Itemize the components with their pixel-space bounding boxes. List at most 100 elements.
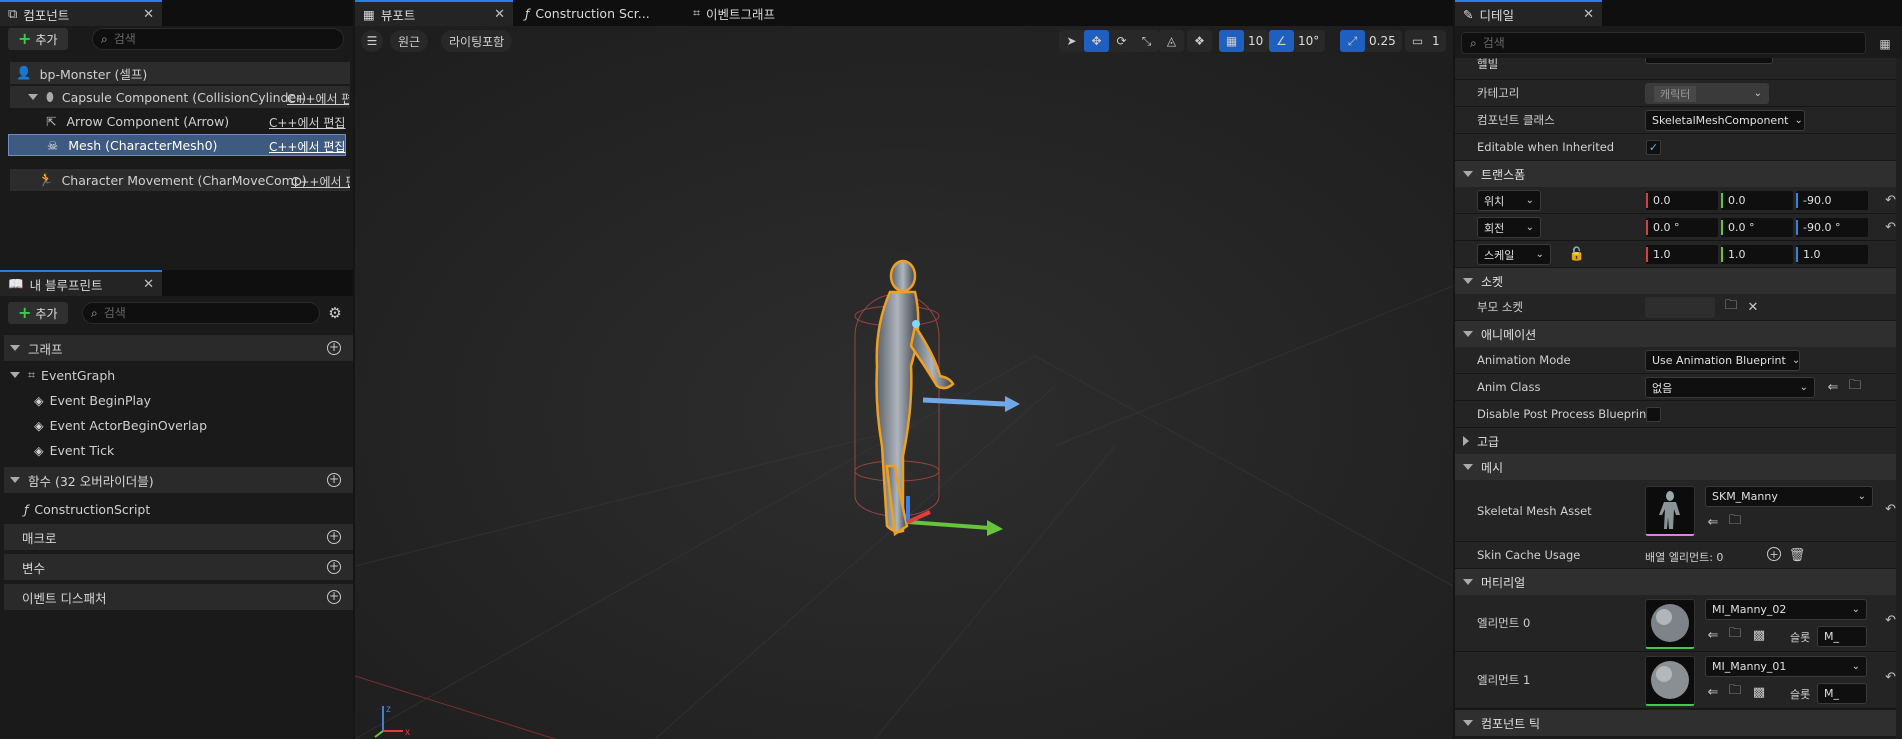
material-0-combo[interactable]: MI_Manny_02 ⌄ [1705, 599, 1867, 620]
browse-folder-icon[interactable]: 🗀 [1847, 378, 1863, 395]
edit-in-cpp-link[interactable]: C++에서 편집 [287, 90, 349, 107]
viewport-canvas[interactable]: z x [355, 26, 1453, 739]
move-tool-icon[interactable]: ✥ [1084, 30, 1109, 52]
use-selected-icon[interactable]: ⇐ [1705, 627, 1721, 643]
tab-construction-script[interactable]: ƒ Construction Scr... [517, 0, 682, 26]
clear-icon[interactable]: ✕ [1745, 299, 1761, 315]
add-macro-icon[interactable]: + [327, 530, 341, 544]
details-search[interactable]: ⌕ [1461, 32, 1866, 54]
add-variable-icon[interactable]: + [327, 560, 341, 574]
details-search-input[interactable] [1482, 36, 1865, 50]
blueprint-search-input[interactable] [103, 306, 319, 320]
world-space-icon[interactable]: ◬ [1159, 30, 1184, 52]
mesh-section[interactable]: 메시 [1455, 454, 1902, 480]
advanced-section[interactable]: 고급 [1455, 428, 1902, 454]
camera-icon[interactable]: ▭ [1405, 30, 1430, 52]
unlock-icon[interactable]: 🔓 [1569, 246, 1585, 262]
material-thumbnail[interactable] [1645, 599, 1695, 649]
blueprint-search[interactable]: ⌕ [82, 302, 320, 324]
parent-socket-field[interactable] [1645, 297, 1715, 318]
add-function-icon[interactable]: + [327, 473, 341, 487]
location-combo[interactable]: 위치 ⌄ [1477, 190, 1541, 211]
details-scrollbar[interactable] [1896, 58, 1902, 739]
location-y[interactable]: 0.0 [1721, 191, 1793, 210]
use-selected-icon[interactable]: ⇐ [1825, 379, 1841, 395]
cut-combo[interactable] [1645, 58, 1773, 64]
disable-pp-checkbox[interactable] [1646, 407, 1661, 422]
rotation-z[interactable]: -90.0 ° [1796, 218, 1868, 237]
tab-details[interactable]: ✎ 디테일 ✕ [1455, 0, 1602, 26]
scale-snap-icon[interactable]: ⤢ [1340, 30, 1365, 52]
add-dispatcher-icon[interactable]: + [327, 590, 341, 604]
edit-in-cpp-link[interactable]: C++에서 편집 [269, 138, 345, 155]
transform-section[interactable]: 트랜스폼 [1455, 161, 1902, 187]
rotation-snap-icon[interactable]: ∠ [1269, 30, 1294, 52]
tab-event-graph[interactable]: ⌗ 이벤트그래프 [685, 0, 845, 26]
material-thumbnail[interactable] [1645, 656, 1695, 706]
edit-in-cpp-link[interactable]: C++에서 편집 [291, 173, 350, 190]
function-item[interactable]: ƒ ConstructionScript [24, 498, 150, 520]
materials-section[interactable]: 머티리얼 [1455, 569, 1902, 595]
close-icon[interactable]: ✕ [1583, 7, 1594, 22]
trash-icon[interactable]: 🗑 [1789, 547, 1806, 563]
grid-snap-icon[interactable]: ▦ [1219, 30, 1244, 52]
lighting-button[interactable]: 라이팅포함 [441, 30, 513, 52]
reset-arrow-icon[interactable]: ↶ [1885, 220, 1896, 235]
gear-icon[interactable]: ⚙ [326, 304, 344, 322]
tab-my-blueprint[interactable]: 📖 내 블루프린트 ✕ [0, 270, 162, 296]
use-selected-icon[interactable]: ⇐ [1705, 514, 1721, 530]
add-element-icon[interactable]: + [1767, 547, 1781, 561]
scale-x[interactable]: 1.0 [1646, 245, 1718, 264]
scale-combo[interactable]: 스케일 ⌄ [1477, 244, 1551, 265]
anim-mode-combo[interactable]: Use Animation Blueprint ⌄ [1645, 350, 1800, 371]
components-search[interactable]: ⌕ [92, 28, 344, 50]
close-icon[interactable]: ✕ [494, 7, 505, 22]
components-search-input[interactable] [113, 32, 343, 46]
browse-folder-icon[interactable]: 🗀 [1727, 683, 1743, 700]
checker-icon[interactable]: ▩ [1751, 627, 1767, 643]
reset-arrow-icon[interactable]: ↶ [1885, 613, 1896, 628]
animation-section[interactable]: 애니메이션 [1455, 321, 1902, 347]
mesh-thumbnail[interactable] [1645, 486, 1695, 536]
rotation-snap-value[interactable]: 10° [1294, 34, 1325, 48]
browse-folder-icon[interactable]: 🗀 [1727, 626, 1743, 643]
reset-arrow-icon[interactable]: ↶ [1885, 502, 1896, 517]
use-selected-icon[interactable]: ⇐ [1705, 684, 1721, 700]
rotation-combo[interactable]: 회전 ⌄ [1477, 217, 1541, 238]
graph-section[interactable]: 그래프 + [4, 335, 353, 361]
browse-folder-icon[interactable]: 🗀 [1727, 513, 1743, 530]
reset-arrow-icon[interactable]: ↶ [1885, 670, 1896, 685]
scale-y[interactable]: 1.0 [1721, 245, 1793, 264]
camera-speed-value[interactable]: 1 [1430, 34, 1446, 48]
add-blueprint-button[interactable]: + 추가 [8, 302, 68, 324]
add-component-button[interactable]: + 추가 [8, 28, 68, 50]
event-item[interactable]: ◈ Event Tick [34, 439, 114, 461]
sockets-section[interactable]: 소켓 [1455, 268, 1902, 294]
scale-z[interactable]: 1.0 [1796, 245, 1868, 264]
edit-in-cpp-link[interactable]: C++에서 편집 [269, 114, 345, 131]
select-tool-icon[interactable]: ➤ [1059, 30, 1084, 52]
event-item[interactable]: ◈ Event ActorBeginOverlap [34, 414, 207, 436]
scale-tool-icon[interactable]: ⤡ [1134, 30, 1159, 52]
slot-combo[interactable]: M_ [1817, 683, 1867, 704]
anim-class-combo[interactable]: 없음 ⌄ [1645, 377, 1815, 398]
details-scroll[interactable]: 헬빌 카테고리 캐릭터 ⌄ 컴포넌트 클래스 SkeletalMeshCompo… [1455, 58, 1902, 739]
functions-section[interactable]: 함수 (32 오버라이더블) + [4, 467, 353, 493]
scale-snap-value[interactable]: 0.25 [1365, 34, 1402, 48]
editable-checkbox[interactable]: ✓ [1646, 140, 1661, 155]
location-z[interactable]: -90.0 [1796, 191, 1868, 210]
material-1-combo[interactable]: MI_Manny_01 ⌄ [1705, 656, 1867, 677]
rotate-tool-icon[interactable]: ⟳ [1109, 30, 1134, 52]
viewport-menu-button[interactable]: ☰ [361, 30, 383, 52]
perspective-button[interactable]: 원근 [390, 30, 429, 52]
variables-section[interactable]: 변수 + [4, 554, 353, 580]
browse-folder-icon[interactable]: 🗀 [1723, 298, 1739, 315]
reset-arrow-icon[interactable]: ↶ [1885, 193, 1896, 208]
grid-snap-value[interactable]: 10 [1244, 34, 1269, 48]
component-tick-section[interactable]: 컴포넌트 틱 [1455, 710, 1902, 736]
skeletal-mesh-combo[interactable]: SKM_Manny ⌄ [1705, 486, 1873, 507]
dispatchers-section[interactable]: 이벤트 디스패처 + [4, 584, 353, 610]
close-icon[interactable]: ✕ [143, 7, 154, 22]
slot-combo[interactable]: M_ [1817, 626, 1867, 647]
tab-viewport[interactable]: ▦ 뷰포트 ✕ [355, 0, 513, 26]
